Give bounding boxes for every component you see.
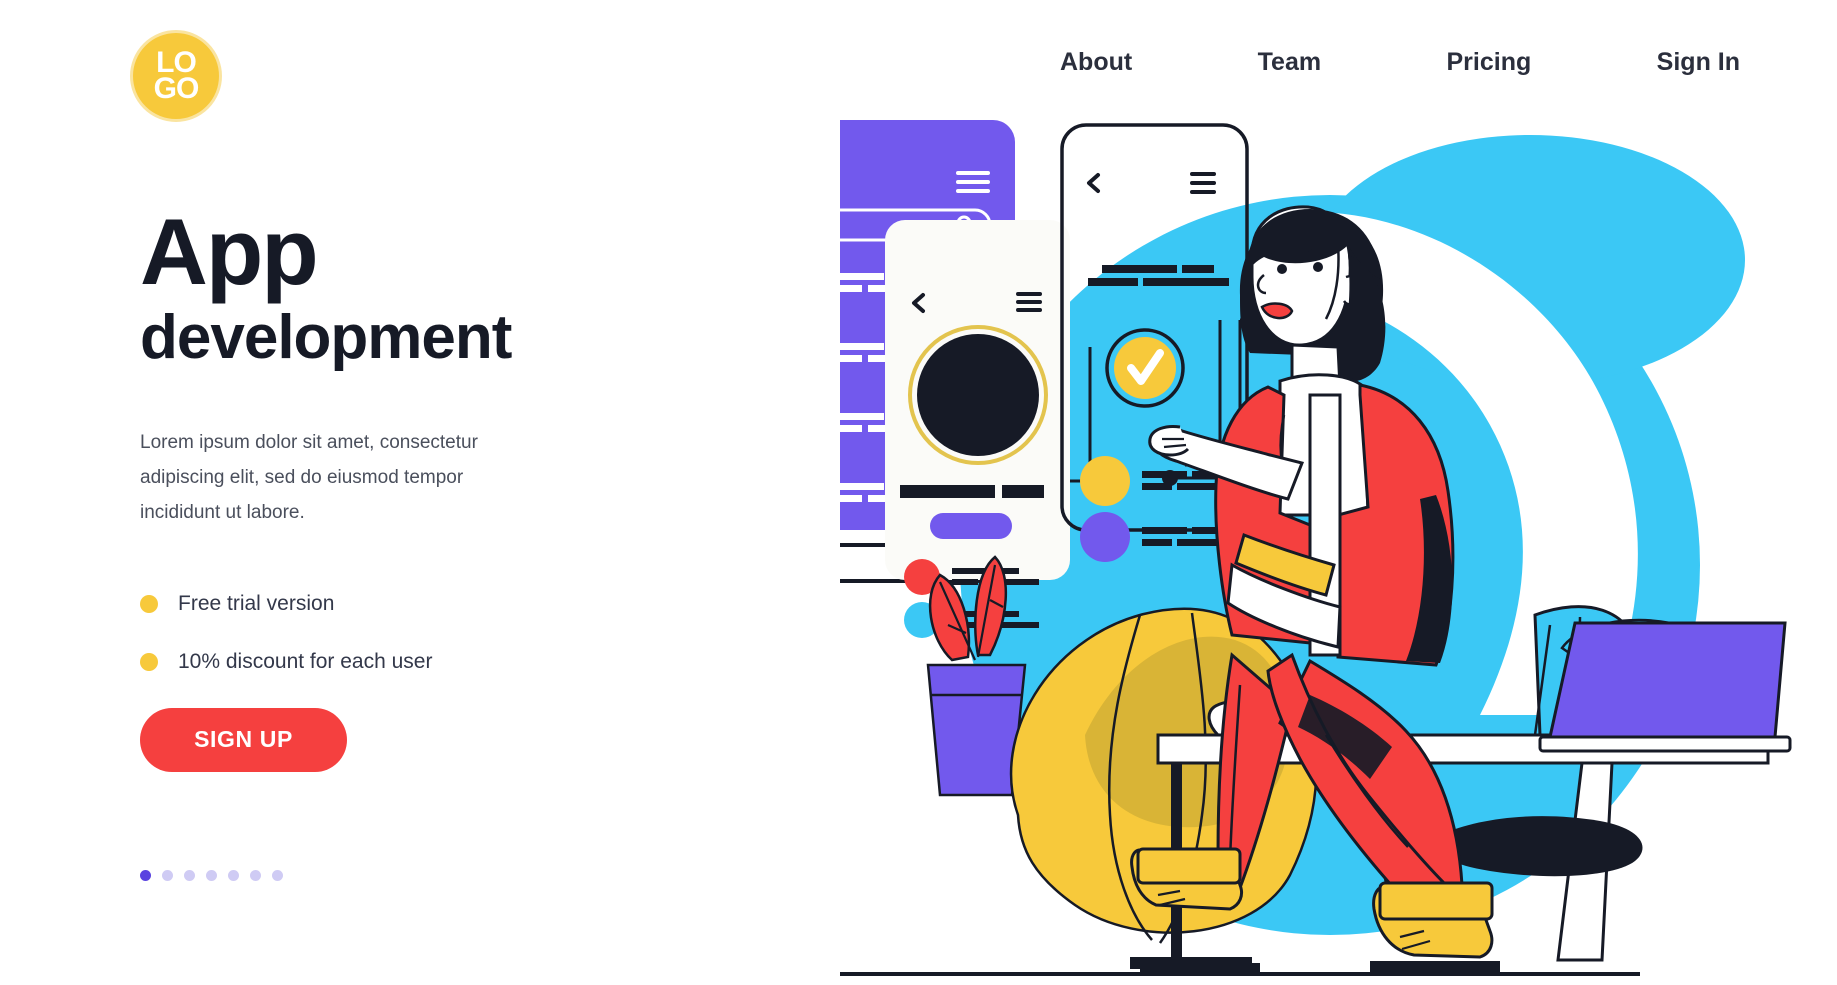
pagination-dot-4[interactable]	[206, 869, 217, 881]
primary-action-pill	[930, 513, 1012, 539]
hero-section: App development Lorem ipsum dolor sit am…	[140, 205, 700, 881]
nav-item-signin[interactable]: Sign In	[1657, 48, 1740, 77]
eye	[1313, 262, 1323, 272]
pagination-dot-6[interactable]	[250, 869, 261, 881]
bullet-dot-icon	[140, 652, 158, 671]
pagination-dot-2[interactable]	[162, 869, 173, 881]
hamburger-menu-icon	[1190, 172, 1216, 194]
list-item: Free trial version	[140, 592, 700, 616]
page-title-line-1: App	[140, 199, 319, 304]
sign-up-button[interactable]: SIGN UP	[140, 707, 347, 772]
avatar	[917, 334, 1039, 456]
bullet-dot-icon	[140, 594, 158, 613]
laptop-base	[1538, 735, 1792, 753]
list-item: 10% discount for each user	[140, 650, 700, 674]
nav-item-team[interactable]: Team	[1258, 48, 1321, 77]
pagination-dot-3[interactable]	[184, 869, 195, 881]
white-phone-panel	[885, 220, 1070, 638]
brand-logo[interactable]: LO GO	[130, 30, 222, 122]
hero-paragraph: Lorem ipsum dolor sit amet, consectetur …	[140, 431, 478, 523]
main-navigation: About Team Pricing Sign In	[1060, 48, 1740, 77]
back-chevron-icon	[1087, 173, 1100, 193]
eye	[1277, 264, 1287, 274]
feature-label: 10% discount for each user	[178, 649, 433, 673]
success-check-badge	[1105, 328, 1185, 408]
feature-label: Free trial version	[178, 591, 335, 615]
laptop-screen	[1548, 621, 1787, 739]
feature-list: Free trial version 10% discount for each…	[140, 592, 700, 674]
pagination-dot-5[interactable]	[228, 869, 239, 881]
boot-right	[1370, 881, 1500, 973]
logo-line-2: GO	[153, 72, 200, 105]
carousel-pagination	[140, 869, 700, 881]
hero-illustration	[840, 95, 1837, 985]
pagination-dot-1[interactable]	[140, 869, 151, 881]
laptop	[1538, 618, 1792, 753]
nav-item-about[interactable]: About	[1060, 48, 1132, 77]
pagination-dot-7[interactable]	[272, 869, 283, 881]
page-title-line-2: development	[140, 303, 512, 372]
nav-item-pricing[interactable]: Pricing	[1447, 48, 1532, 77]
